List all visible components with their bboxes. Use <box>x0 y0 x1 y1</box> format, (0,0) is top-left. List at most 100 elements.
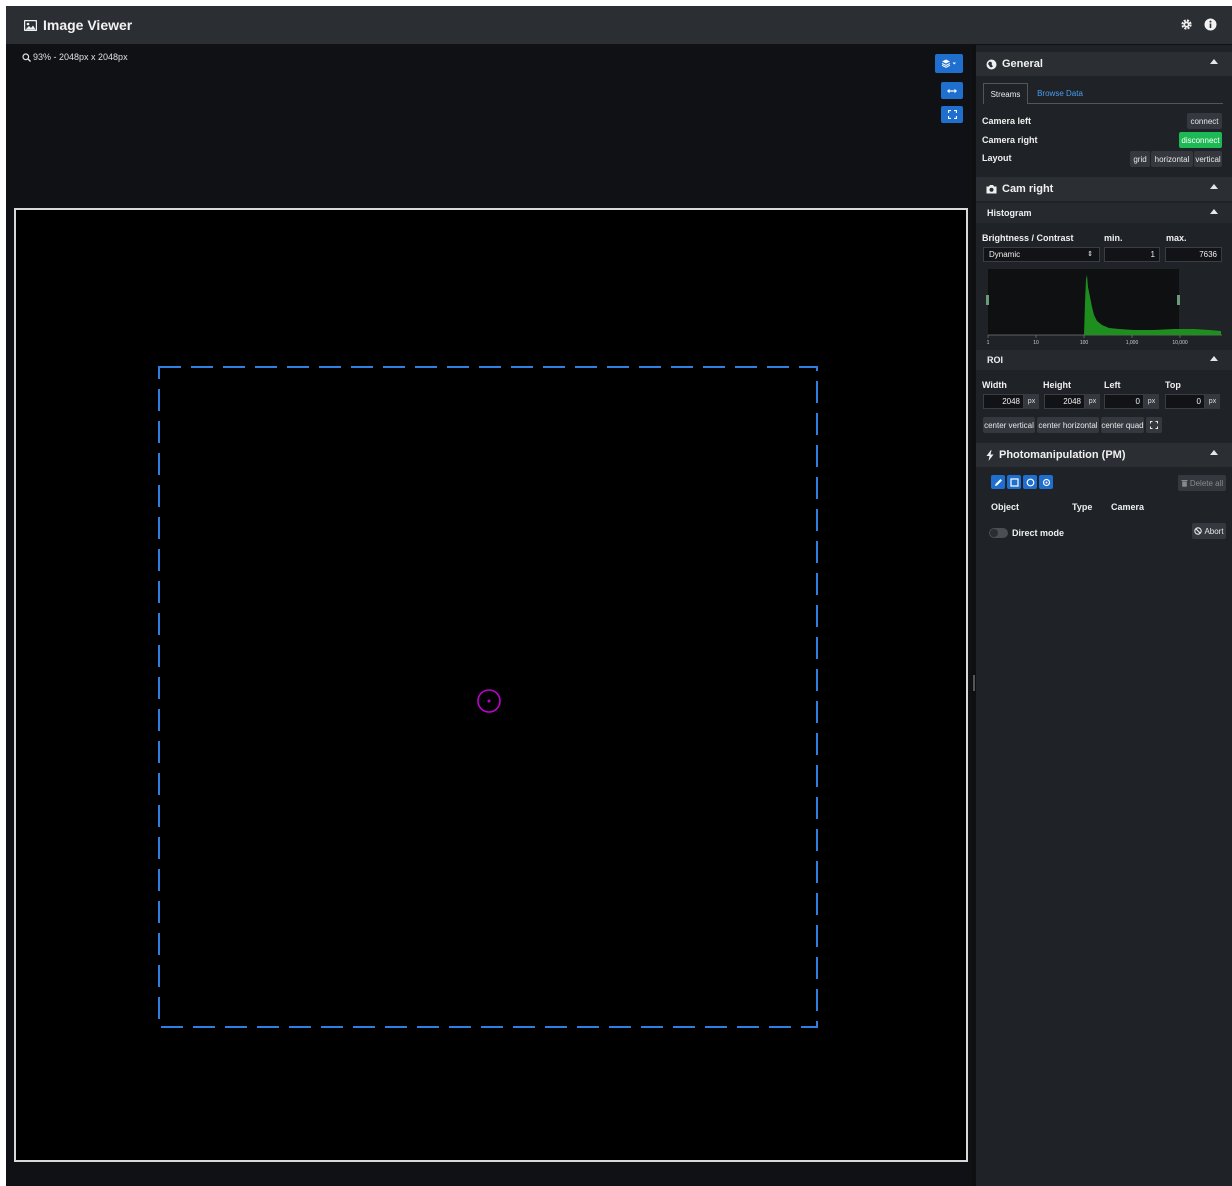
histogram-plot[interactable]: 1 10 100 1,000 10,000 <box>984 269 1222 347</box>
general-section-header[interactable]: General <box>976 52 1232 76</box>
center-horizontal-button[interactable]: center horizontal <box>1037 417 1099 433</box>
histogram-min-handle[interactable] <box>986 295 989 305</box>
expand-icon <box>1150 421 1158 429</box>
globe-icon <box>986 59 997 69</box>
center-quad-button[interactable]: center quad <box>1101 417 1144 433</box>
unit-label: px <box>1208 398 1217 405</box>
center-quad-label: center quad <box>1101 420 1144 430</box>
delete-all-label: Delete all <box>1189 478 1224 488</box>
center-vertical-button[interactable]: center vertical <box>983 417 1035 433</box>
roi-width-input[interactable]: 2048 <box>983 394 1024 409</box>
collapse-caret-icon[interactable] <box>1210 356 1218 361</box>
layout-vertical-label: vertical <box>1195 154 1221 164</box>
splitter-grip[interactable] <box>973 675 975 691</box>
min-input[interactable]: 1 <box>1104 247 1160 262</box>
fullscreen-button[interactable] <box>941 106 963 123</box>
roi-left-unit: px <box>1144 394 1159 409</box>
camera-left-connect-button[interactable]: connect <box>1187 113 1222 129</box>
roi-top-value: 0 <box>1196 397 1201 406</box>
layout-horizontal-button[interactable]: horizontal <box>1151 151 1193 167</box>
pencil-icon <box>994 478 1002 486</box>
info-icon[interactable] <box>1204 18 1217 31</box>
hist-tick-label: 1 <box>987 340 990 346</box>
camera-left-label: Camera left <box>982 116 1032 126</box>
layout-grid-button[interactable]: grid <box>1130 151 1150 167</box>
layers-dropdown-button[interactable] <box>935 54 963 73</box>
pm-section-header[interactable]: Photomanipulation (PM) <box>976 443 1232 467</box>
roi-width-unit: px <box>1024 394 1039 409</box>
pm-col-camera: Camera <box>1111 502 1145 512</box>
trash-icon <box>1181 480 1188 487</box>
layers-dropdown-icon <box>941 59 956 68</box>
max-value: 7636 <box>1199 250 1217 259</box>
min-value: 1 <box>1150 250 1155 259</box>
app-window: Image Viewer 93% - 2048px x 2048px Gener… <box>6 6 1232 1186</box>
circle-icon <box>1026 478 1034 486</box>
app-title: Image Viewer <box>24 17 132 33</box>
roi-header[interactable]: ROI <box>976 350 1232 370</box>
bolt-icon <box>986 449 994 461</box>
direct-mode-toggle[interactable] <box>989 528 1008 538</box>
layout-vertical-button[interactable]: vertical <box>1194 151 1222 167</box>
cam-section-header[interactable]: Cam right <box>976 177 1232 201</box>
pm-tool-point[interactable] <box>1039 475 1053 489</box>
select-arrows-icon: ⇕ <box>1087 251 1093 258</box>
layout-grid-label: grid <box>1133 154 1147 164</box>
tab-browse-data[interactable]: Browse Data <box>1032 83 1088 103</box>
center-horizontal-label: center horizontal <box>1038 420 1098 430</box>
hist-tick-label: 1,000 <box>1126 340 1139 346</box>
roi-left-input[interactable]: 0 <box>1104 394 1144 409</box>
fit-width-button[interactable] <box>941 82 963 99</box>
camera-right-label: Camera right <box>982 135 1038 145</box>
camera-right-disconnect-label: disconnect <box>1181 135 1220 145</box>
collapse-caret-icon[interactable] <box>1210 209 1218 214</box>
max-input[interactable]: 7636 <box>1165 247 1222 262</box>
camera-left-connect-label: connect <box>1190 116 1219 126</box>
tab-browse-data-label: Browse Data <box>1037 88 1083 98</box>
roi-top-unit: px <box>1205 394 1220 409</box>
toggle-knob <box>990 529 998 537</box>
gear-icon[interactable] <box>1180 18 1193 31</box>
roi-fullframe-button[interactable] <box>1146 417 1162 433</box>
histogram-header[interactable]: Histogram <box>976 203 1232 223</box>
tab-streams-label: Streams <box>990 89 1021 99</box>
app-title-label: Image Viewer <box>43 17 133 33</box>
title-bar: Image Viewer <box>6 6 1232 45</box>
pm-target-marker[interactable] <box>476 688 502 714</box>
delete-all-button[interactable]: Delete all <box>1178 475 1226 491</box>
histogram-max-handle[interactable] <box>1177 295 1180 305</box>
roi-top-input[interactable]: 0 <box>1165 394 1205 409</box>
histogram-title: Histogram <box>987 208 1032 218</box>
roi-height-unit: px <box>1085 394 1100 409</box>
roi-height-label: Height <box>1043 380 1071 390</box>
pm-tool-rectangle[interactable] <box>1007 475 1021 489</box>
roi-height-input[interactable]: 2048 <box>1044 394 1085 409</box>
layout-label: Layout <box>982 153 1012 163</box>
collapse-caret-icon[interactable] <box>1210 450 1218 455</box>
camera-right-disconnect-button[interactable]: disconnect <box>1179 132 1222 148</box>
cam-title: Cam right <box>1002 183 1054 195</box>
hist-tick-label: 10,000 <box>1172 340 1188 346</box>
square-icon <box>1009 477 1019 487</box>
roi-width-value: 2048 <box>1002 397 1020 406</box>
direct-mode-label: Direct mode <box>1012 528 1065 538</box>
hist-tick-label: 100 <box>1080 340 1089 346</box>
tab-streams[interactable]: Streams <box>983 83 1028 104</box>
ban-icon <box>1194 527 1203 535</box>
roi-width-label: Width <box>982 380 1007 390</box>
abort-button[interactable]: Abort <box>1192 523 1226 539</box>
pm-title: Photomanipulation (PM) <box>999 449 1126 461</box>
pm-tool-pencil[interactable] <box>991 475 1005 489</box>
image-canvas[interactable] <box>14 208 968 1162</box>
collapse-caret-icon[interactable] <box>1210 59 1218 64</box>
collapse-caret-icon[interactable] <box>1210 184 1218 189</box>
hist-tick-label: 10 <box>1033 340 1039 346</box>
fullscreen-icon <box>947 110 957 119</box>
brightness-mode-select[interactable]: Dynamic ⇕ <box>983 247 1100 262</box>
pm-tool-circle[interactable] <box>1023 475 1037 489</box>
histogram-range <box>988 269 1179 335</box>
brightness-mode-value: Dynamic <box>989 250 1021 259</box>
image-viewer[interactable]: 93% - 2048px x 2048px <box>6 45 972 1186</box>
roi-title: ROI <box>987 355 1004 365</box>
roi-left-label: Left <box>1104 380 1121 390</box>
